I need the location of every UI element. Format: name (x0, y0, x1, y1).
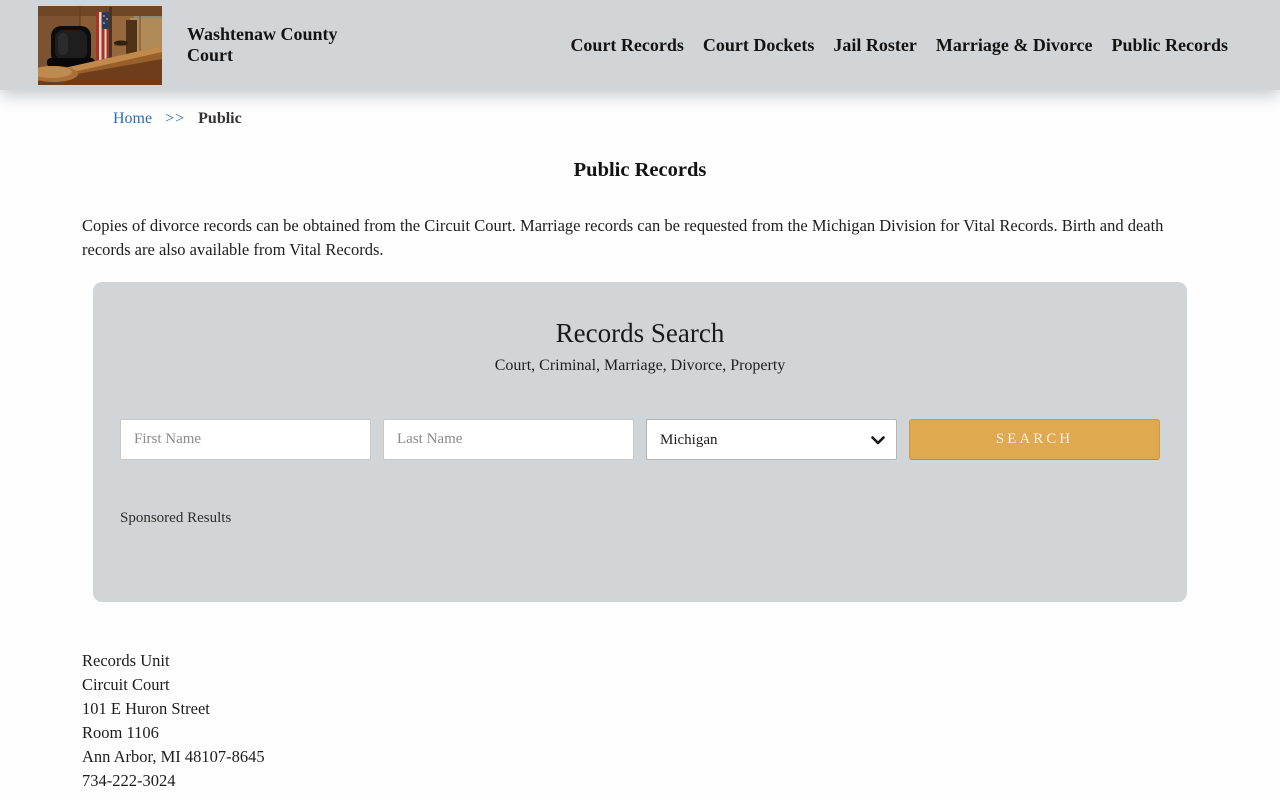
main-content: Home >> Public Public Records Copies of … (82, 90, 1198, 800)
first-name-input[interactable] (120, 419, 371, 460)
breadcrumb: Home >> Public (82, 90, 1198, 128)
records-search-subtitle: Court, Criminal, Marriage, Divorce, Prop… (494, 357, 786, 374)
nav-item-court-dockets[interactable]: Court Dockets (703, 35, 814, 56)
page-title: Public Records (573, 159, 707, 181)
breadcrumb-home-link[interactable]: Home (113, 110, 152, 127)
header: Washtenaw County Court Court Records Cou… (0, 0, 1280, 90)
site-title[interactable]: Washtenaw County Court (187, 24, 377, 66)
main-nav: Court Records Court Dockets Jail Roster … (570, 35, 1228, 56)
sponsored-results-label: Sponsored Results (120, 510, 232, 526)
address-line: Room 1106 (82, 723, 159, 742)
nav-item-jail-roster[interactable]: Jail Roster (833, 35, 916, 56)
courtroom-logo-image[interactable] (38, 5, 162, 85)
last-name-input[interactable] (383, 419, 634, 460)
state-select[interactable]: Michigan (646, 419, 897, 460)
nav-item-marriage-divorce[interactable]: Marriage & Divorce (936, 35, 1093, 56)
records-unit-address: Records Unit Circuit Court 101 E Huron S… (82, 649, 1198, 793)
nav-item-court-records[interactable]: Court Records (570, 35, 683, 56)
breadcrumb-current: Public (198, 110, 242, 127)
breadcrumb-separator: >> (165, 110, 186, 127)
records-search-panel: Records Search Court, Criminal, Marriage… (93, 282, 1187, 602)
intro-paragraph: Copies of divorce records can be obtaine… (82, 216, 1164, 259)
page: Washtenaw County Court Court Records Cou… (0, 0, 1280, 800)
search-button[interactable]: SEARCH (909, 419, 1160, 460)
address-line: Ann Arbor, MI 48107-8645 (82, 747, 265, 766)
address-line: 101 E Huron Street (82, 699, 210, 718)
search-form-row: Michigan SEARCH (120, 419, 1160, 460)
address-line: Circuit Court (82, 675, 170, 694)
address-phone: 734-222-3024 (82, 771, 176, 790)
records-search-title: Records Search (555, 318, 725, 348)
nav-item-public-records[interactable]: Public Records (1112, 35, 1229, 56)
address-line: Records Unit (82, 651, 170, 670)
